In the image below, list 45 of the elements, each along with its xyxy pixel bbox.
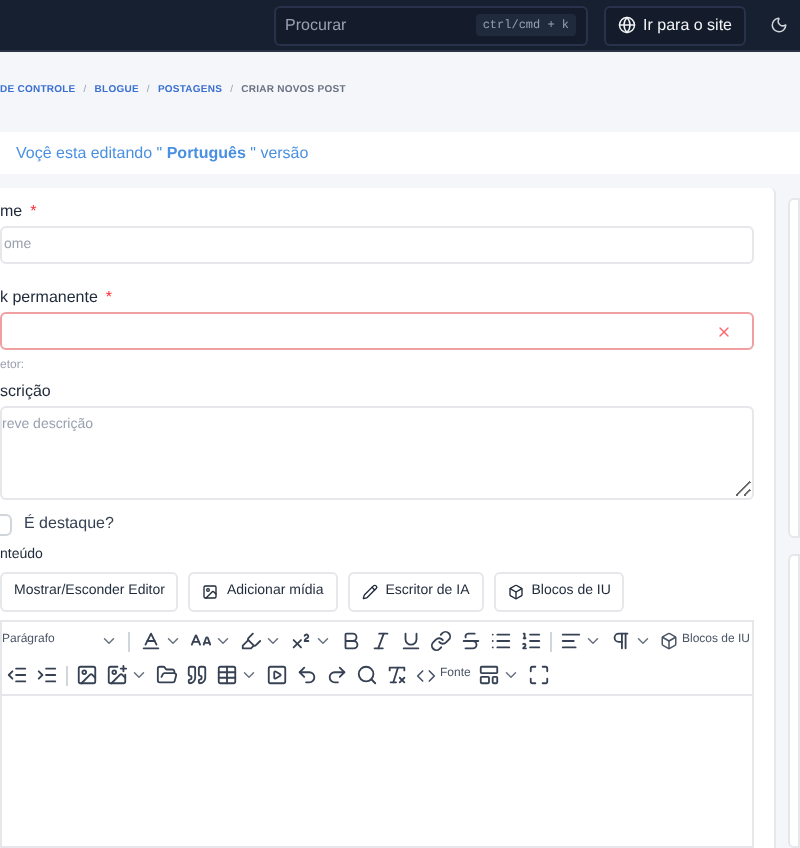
link-icon[interactable] bbox=[430, 630, 452, 652]
font-size-icon[interactable] bbox=[190, 630, 212, 652]
quote-icon[interactable] bbox=[186, 664, 208, 686]
caret-icon bbox=[584, 632, 602, 650]
required-mark: * bbox=[105, 286, 113, 310]
field-label: me bbox=[0, 200, 23, 224]
align-icon[interactable] bbox=[560, 630, 582, 652]
caret-icon bbox=[634, 632, 652, 650]
globe-icon bbox=[617, 16, 636, 34]
paragraph-icon[interactable] bbox=[610, 630, 632, 652]
code-icon bbox=[416, 665, 436, 685]
field-label: k permanente bbox=[0, 286, 98, 310]
underline-icon[interactable] bbox=[400, 630, 422, 652]
image-icon[interactable] bbox=[76, 664, 98, 686]
italic-icon[interactable] bbox=[370, 630, 392, 652]
cube-icon bbox=[660, 632, 678, 650]
undo-icon[interactable] bbox=[296, 664, 318, 686]
text-color-icon[interactable] bbox=[140, 630, 162, 652]
strikethrough-icon[interactable] bbox=[460, 630, 482, 652]
highlight-icon[interactable] bbox=[240, 630, 262, 652]
language-banner: Voçê esta editando " Português " versão bbox=[0, 132, 800, 174]
field-label: scrição bbox=[0, 380, 51, 404]
error-icon bbox=[716, 323, 732, 339]
visit-site-button[interactable]: Ir para o site bbox=[603, 5, 746, 45]
bullet-list-icon[interactable] bbox=[490, 630, 512, 652]
template-icon[interactable] bbox=[478, 664, 501, 686]
indent-icon[interactable] bbox=[36, 664, 58, 686]
required-mark: * bbox=[30, 200, 37, 224]
caret-icon bbox=[502, 666, 521, 684]
add-image-icon[interactable] bbox=[106, 664, 128, 686]
numbered-list-icon[interactable] bbox=[520, 630, 542, 652]
bold-icon[interactable] bbox=[340, 630, 362, 652]
folder-icon[interactable] bbox=[156, 664, 178, 686]
dark-mode-icon[interactable] bbox=[770, 16, 788, 34]
redo-icon[interactable] bbox=[326, 664, 348, 686]
clear-format-icon[interactable] bbox=[386, 664, 408, 686]
superscript-icon[interactable] bbox=[290, 630, 312, 652]
table-icon[interactable] bbox=[216, 664, 238, 686]
media-icon[interactable] bbox=[266, 664, 288, 686]
featured-label: É destaque? bbox=[24, 512, 114, 536]
search-icon[interactable] bbox=[356, 664, 378, 686]
outdent-icon[interactable] bbox=[6, 664, 28, 686]
fullscreen-icon[interactable] bbox=[528, 664, 551, 686]
caret-icon bbox=[314, 632, 332, 650]
permalink-field[interactable] bbox=[0, 312, 754, 350]
